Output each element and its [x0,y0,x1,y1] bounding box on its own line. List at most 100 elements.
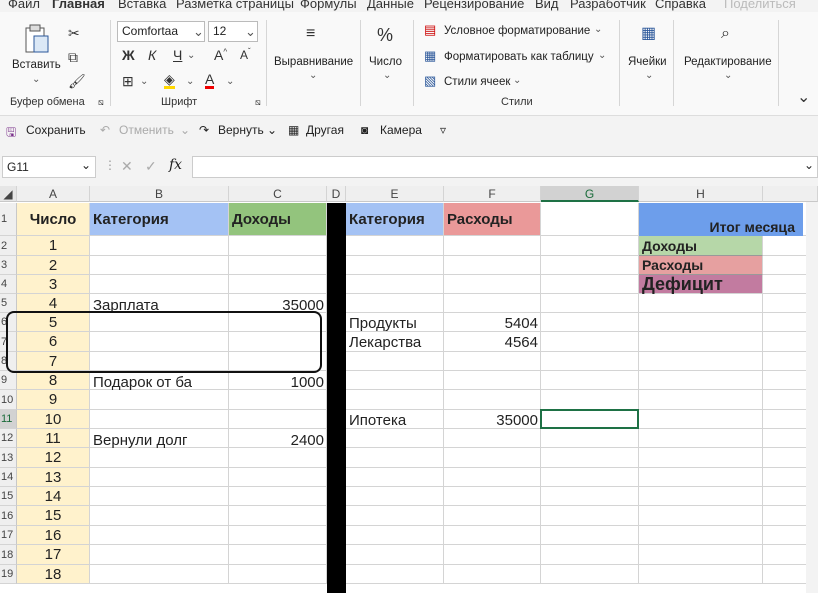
borders-icon[interactable]: ⊞ [122,74,134,88]
cell-styles-icon[interactable]: ▧ [424,74,436,87]
chevron-down-icon[interactable]: ⌄ [193,24,204,40]
format-table-button[interactable]: Форматировать как таблицу [444,51,594,63]
cell[interactable] [541,468,639,487]
cell[interactable] [229,468,327,487]
cell[interactable] [90,256,229,275]
number-cell[interactable]: 2 [17,256,90,275]
insert-function-icon[interactable]: fx [169,157,182,173]
alignment-button[interactable]: Выравнивание [274,56,353,68]
cell[interactable] [346,429,444,448]
cell[interactable] [541,545,639,565]
cell[interactable] [346,256,444,275]
cell[interactable] [346,448,444,468]
cell[interactable] [639,429,763,448]
tab-page-layout[interactable]: Разметка страницы [176,0,294,11]
cell[interactable] [639,448,763,468]
cell[interactable] [90,506,229,526]
cells-button[interactable]: Ячейки [628,56,667,68]
header-income[interactable]: Доходы [229,203,327,236]
cell[interactable] [541,506,639,526]
tab-review[interactable]: Рецензирование [424,0,524,11]
cell[interactable] [229,526,327,545]
alignment-icon[interactable]: ≡ [306,26,315,42]
bold-button[interactable]: Ж [122,48,135,62]
header-category-expense[interactable]: Категория [346,203,444,236]
cell[interactable] [444,448,541,468]
cell[interactable] [444,236,541,256]
income-amount-cell[interactable]: 1000 [229,371,327,391]
cell[interactable] [541,565,639,584]
cell[interactable] [639,565,763,584]
cell[interactable] [90,448,229,468]
income-amount-cell[interactable]: 2400 [229,429,327,449]
cells-icon[interactable]: ▦ [641,26,656,42]
save-icon[interactable]: 🖫 [6,123,16,144]
column-header-a[interactable]: A [17,186,90,202]
number-cell[interactable]: 16 [17,526,90,545]
cell[interactable] [346,487,444,506]
copy-icon[interactable]: ⧉ [68,50,78,64]
cell[interactable] [346,390,444,410]
row-header-2[interactable]: 2 [0,236,17,256]
paste-dropdown-icon[interactable]: ⌄ [32,74,40,85]
undo-icon[interactable]: ↶ [100,123,110,137]
cell[interactable] [639,410,763,429]
column-header-b[interactable]: B [90,186,229,202]
format-table-icon[interactable]: ▦ [424,49,436,62]
cell[interactable] [229,565,327,584]
active-cell-g11[interactable] [540,409,639,429]
cell[interactable] [229,256,327,275]
cell[interactable] [90,236,229,256]
cell[interactable] [639,294,763,313]
font-color-icon[interactable]: A [205,72,215,89]
camera-icon[interactable]: ◙ [361,123,368,137]
italic-button[interactable]: К [148,48,156,62]
search-icon[interactable]: ⌕ [721,26,730,42]
number-cell[interactable]: 18 [17,565,90,584]
chevron-down-icon[interactable]: ⌄ [598,50,606,61]
chevron-down-icon[interactable]: ⌄ [309,70,317,81]
share-button[interactable]: Поделиться [724,0,796,11]
cell[interactable] [639,332,763,352]
expense-category-cell[interactable]: Ипотека [346,410,444,429]
cell[interactable] [229,390,327,410]
cell-styles-button[interactable]: Стили ячеек [444,76,510,88]
cell[interactable] [639,313,763,332]
summary-income[interactable]: Доходы [639,236,763,256]
number-cell[interactable]: 11 [17,429,90,448]
vertical-scrollbar[interactable] [806,202,818,593]
worksheet-grid[interactable]: ◢ A B C D E F G H 1 2 3 4 5 6 7 8 9 10 11 12 13 14 15 1… [0,186,818,593]
cell[interactable] [444,565,541,584]
cell[interactable] [444,545,541,565]
collapse-ribbon-icon[interactable]: ⌄ [797,90,810,106]
row-header-11[interactable]: 11 [0,410,17,429]
cell[interactable] [444,294,541,313]
customize-qat-icon[interactable]: ▿ [440,123,446,137]
select-all-corner[interactable]: ◢ [0,186,17,202]
expense-amount-cell[interactable]: 35000 [444,410,541,429]
cell[interactable] [639,468,763,487]
cell[interactable] [444,487,541,506]
number-cell[interactable]: 14 [17,487,90,506]
cell[interactable] [229,487,327,506]
chevron-down-icon[interactable]: ⌄ [81,158,91,172]
underline-button[interactable]: Ч [173,48,182,62]
tab-view[interactable]: Вид [535,0,559,11]
cell[interactable] [444,390,541,410]
cell[interactable] [444,526,541,545]
row-header-19[interactable]: 19 [0,565,17,584]
row-header-15[interactable]: 15 [0,487,17,506]
column-header-f[interactable]: F [444,186,541,202]
chevron-down-icon[interactable]: ⌄ [594,24,602,35]
cell[interactable] [229,275,327,294]
cell[interactable] [346,526,444,545]
cell[interactable] [541,487,639,506]
summary-title[interactable]: Итог месяца [639,203,803,236]
redo-dropdown-icon[interactable]: ⌄ [267,123,277,137]
expense-category-cell[interactable]: Лекарства [346,332,444,352]
formula-input[interactable] [192,156,818,178]
row-header-9[interactable]: 9 [0,371,17,390]
cell[interactable] [346,468,444,487]
format-painter-icon[interactable]: 🖌 [68,74,86,88]
cell[interactable] [90,545,229,565]
